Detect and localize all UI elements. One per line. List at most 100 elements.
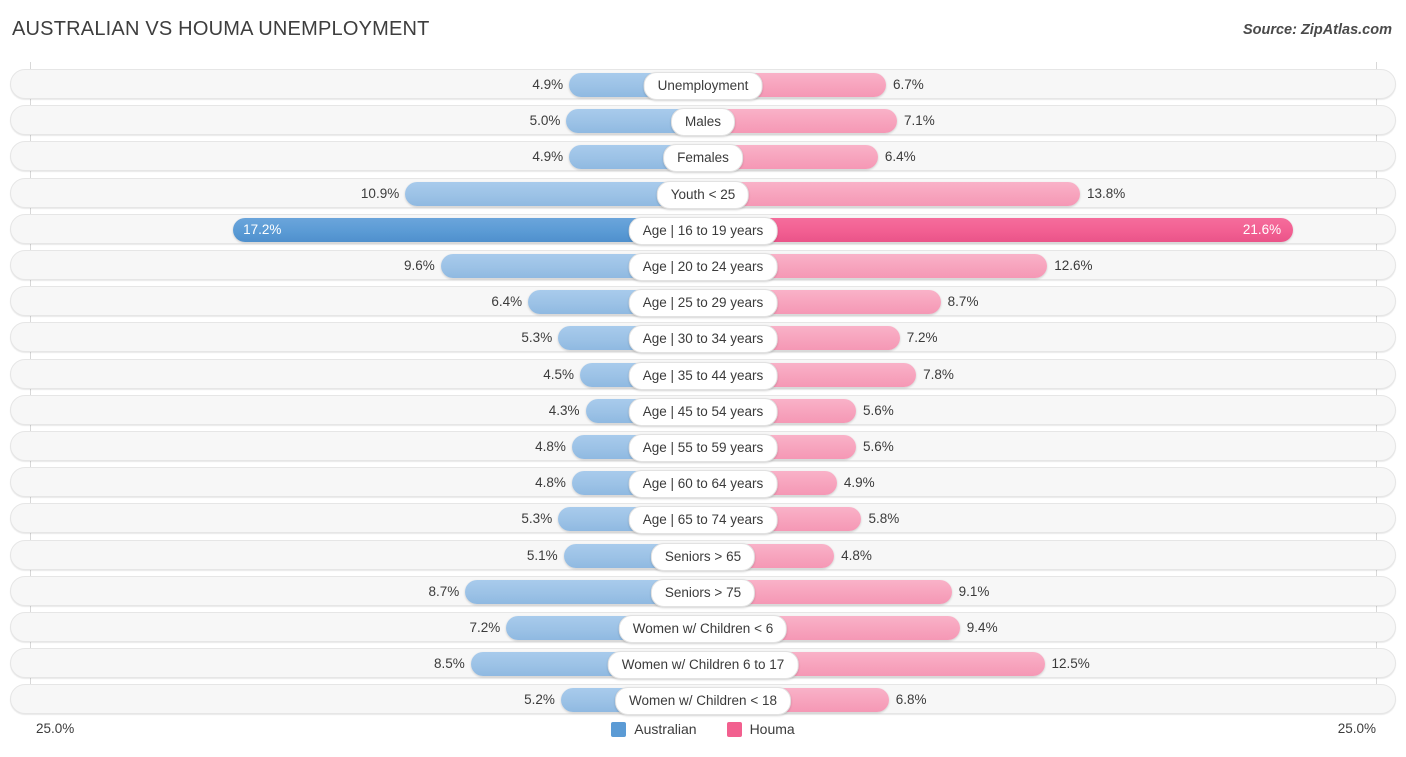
table-row[interactable]: 5.1% 4.8% Seniors > 65 bbox=[10, 539, 1396, 571]
row-category-label: Age | 65 to 74 years bbox=[628, 506, 778, 535]
value-label-australian: 4.3% bbox=[548, 402, 580, 418]
value-label-australian: 5.3% bbox=[521, 330, 553, 346]
row-category-label: Women w/ Children < 18 bbox=[615, 687, 791, 716]
row-category-label: Women w/ Children < 6 bbox=[618, 615, 788, 643]
value-label-australian: 5.0% bbox=[529, 113, 561, 129]
value-label-houma: 12.6% bbox=[1054, 258, 1093, 273]
value-label-australian: 7.2% bbox=[469, 620, 501, 635]
chart-footer: 25.0% 25.0% Australian Houma bbox=[0, 717, 1406, 757]
row-category-label: Age | 60 to 64 years bbox=[628, 470, 778, 499]
value-label-australian: 4.8% bbox=[535, 475, 566, 491]
value-label-houma: 4.9% bbox=[843, 475, 875, 491]
table-row[interactable]: 7.2% 9.4% Women w/ Children < 6 bbox=[10, 612, 1396, 643]
legend-swatch-icon bbox=[611, 721, 627, 737]
row-category-label: Age | 25 to 29 years bbox=[628, 289, 778, 318]
row-right-half: 12.6% bbox=[703, 251, 1395, 279]
table-row[interactable]: 5.3% 5.8% Age | 65 to 74 years bbox=[10, 503, 1396, 535]
value-label-houma: 9.1% bbox=[958, 583, 990, 599]
table-row[interactable]: 4.9% 6.7% Unemployment bbox=[10, 69, 1396, 100]
value-label-australian: 8.5% bbox=[433, 656, 465, 672]
table-row[interactable]: 4.5% 7.8% Age | 35 to 44 years bbox=[10, 358, 1396, 390]
row-left-half: 5.0% bbox=[11, 106, 703, 134]
table-row[interactable]: 4.9% 6.4% Females bbox=[10, 141, 1396, 173]
value-label-australian: 6.4% bbox=[491, 294, 523, 310]
value-label-australian: 4.9% bbox=[532, 77, 564, 92]
value-label-australian: 4.9% bbox=[532, 149, 564, 165]
row-category-label: Age | 20 to 24 years bbox=[628, 253, 778, 281]
row-left-half: 10.9% bbox=[11, 179, 703, 207]
legend-item[interactable]: Houma bbox=[726, 721, 795, 737]
table-row[interactable]: 5.3% 7.2% Age | 30 to 34 years bbox=[10, 322, 1396, 354]
legend-label: Houma bbox=[749, 721, 795, 737]
value-label-houma: 6.4% bbox=[884, 149, 916, 165]
legend-item[interactable]: Australian bbox=[611, 721, 697, 737]
value-label-australian: 5.3% bbox=[521, 511, 553, 527]
legend-swatch-icon bbox=[726, 721, 742, 737]
row-right-half: 5.8% bbox=[703, 504, 1395, 532]
row-category-label: Age | 30 to 34 years bbox=[628, 325, 778, 354]
value-label-houma: 5.6% bbox=[862, 402, 894, 418]
table-row[interactable]: 17.2% 21.6% Age | 16 to 19 years bbox=[10, 213, 1396, 245]
value-label-houma: 6.7% bbox=[893, 77, 924, 92]
chart-legend: Australian Houma bbox=[0, 721, 1406, 737]
value-label-houma: 8.7% bbox=[947, 294, 979, 310]
row-right-half: 12.5% bbox=[703, 649, 1395, 677]
value-label-australian: 4.8% bbox=[535, 439, 566, 454]
value-label-australian: 5.1% bbox=[526, 547, 558, 563]
chart-header: AUSTRALIAN VS HOUMA UNEMPLOYMENT Source:… bbox=[0, 0, 1406, 62]
row-left-half: 9.6% bbox=[11, 251, 703, 279]
value-label-houma: 12.5% bbox=[1051, 656, 1090, 672]
row-left-half: 8.5% bbox=[11, 649, 703, 677]
row-category-label: Seniors > 75 bbox=[650, 578, 756, 607]
row-left-half: 4.9% bbox=[11, 70, 703, 98]
row-category-label: Unemployment bbox=[643, 72, 763, 100]
value-label-houma: 13.8% bbox=[1087, 185, 1126, 201]
table-row[interactable]: 5.2% 6.8% Women w/ Children < 18 bbox=[10, 684, 1396, 716]
row-right-half: 13.8% bbox=[703, 179, 1395, 207]
table-row[interactable]: 8.7% 9.1% Seniors > 75 bbox=[10, 575, 1396, 607]
row-right-half: 6.7% bbox=[703, 70, 1395, 98]
row-right-half: 7.8% bbox=[703, 360, 1395, 388]
row-left-half: 5.3% bbox=[11, 504, 703, 532]
table-row[interactable]: 8.5% 12.5% Women w/ Children 6 to 17 bbox=[10, 648, 1396, 680]
table-row[interactable]: 4.8% 5.6% Age | 55 to 59 years bbox=[10, 431, 1396, 462]
row-right-half: 4.8% bbox=[703, 541, 1395, 569]
table-row[interactable]: 4.3% 5.6% Age | 45 to 54 years bbox=[10, 394, 1396, 426]
row-category-label: Seniors > 65 bbox=[650, 542, 756, 571]
row-right-half: 9.1% bbox=[703, 577, 1395, 605]
row-left-half: 17.2% bbox=[11, 215, 703, 243]
row-right-half: 6.4% bbox=[703, 142, 1395, 170]
value-label-australian: 10.9% bbox=[360, 185, 400, 201]
row-left-half: 5.3% bbox=[11, 323, 703, 351]
row-right-half: 7.1% bbox=[703, 106, 1395, 134]
row-left-half: 4.3% bbox=[11, 396, 703, 424]
value-label-houma: 21.6% bbox=[1242, 221, 1282, 237]
row-right-half: 21.6% bbox=[703, 215, 1395, 243]
row-category-label: Age | 45 to 54 years bbox=[628, 397, 778, 426]
row-category-label: Females bbox=[663, 144, 743, 173]
table-row[interactable]: 4.8% 4.9% Age | 60 to 64 years bbox=[10, 467, 1396, 499]
row-category-label: Age | 16 to 19 years bbox=[628, 216, 778, 245]
row-left-half: 4.9% bbox=[11, 142, 703, 170]
table-row[interactable]: 6.4% 8.7% Age | 25 to 29 years bbox=[10, 286, 1396, 318]
table-row[interactable]: 5.0% 7.1% Males bbox=[10, 105, 1396, 137]
row-left-half: 8.7% bbox=[11, 577, 703, 605]
row-right-half: 6.8% bbox=[703, 685, 1395, 713]
table-row[interactable]: 9.6% 12.6% Age | 20 to 24 years bbox=[10, 250, 1396, 281]
source-attribution: Source: ZipAtlas.com bbox=[1242, 22, 1392, 38]
value-label-houma: 7.1% bbox=[903, 113, 935, 129]
value-label-australian: 5.2% bbox=[524, 692, 555, 708]
page-title: AUSTRALIAN VS HOUMA UNEMPLOYMENT bbox=[12, 18, 430, 40]
value-label-houma: 7.8% bbox=[923, 366, 954, 382]
value-label-houma: 4.8% bbox=[841, 547, 872, 563]
value-label-houma: 5.6% bbox=[862, 439, 894, 454]
value-label-houma: 6.8% bbox=[895, 692, 927, 708]
row-left-half: 6.4% bbox=[11, 287, 703, 315]
row-left-half: 4.8% bbox=[11, 468, 703, 496]
value-label-australian: 9.6% bbox=[403, 258, 435, 273]
row-left-half: 4.8% bbox=[11, 432, 703, 460]
bar-houma[interactable] bbox=[703, 181, 1081, 206]
row-category-label: Women w/ Children 6 to 17 bbox=[607, 651, 799, 680]
table-row[interactable]: 10.9% 13.8% Youth < 25 bbox=[10, 177, 1396, 209]
legend-label: Australian bbox=[634, 721, 697, 737]
